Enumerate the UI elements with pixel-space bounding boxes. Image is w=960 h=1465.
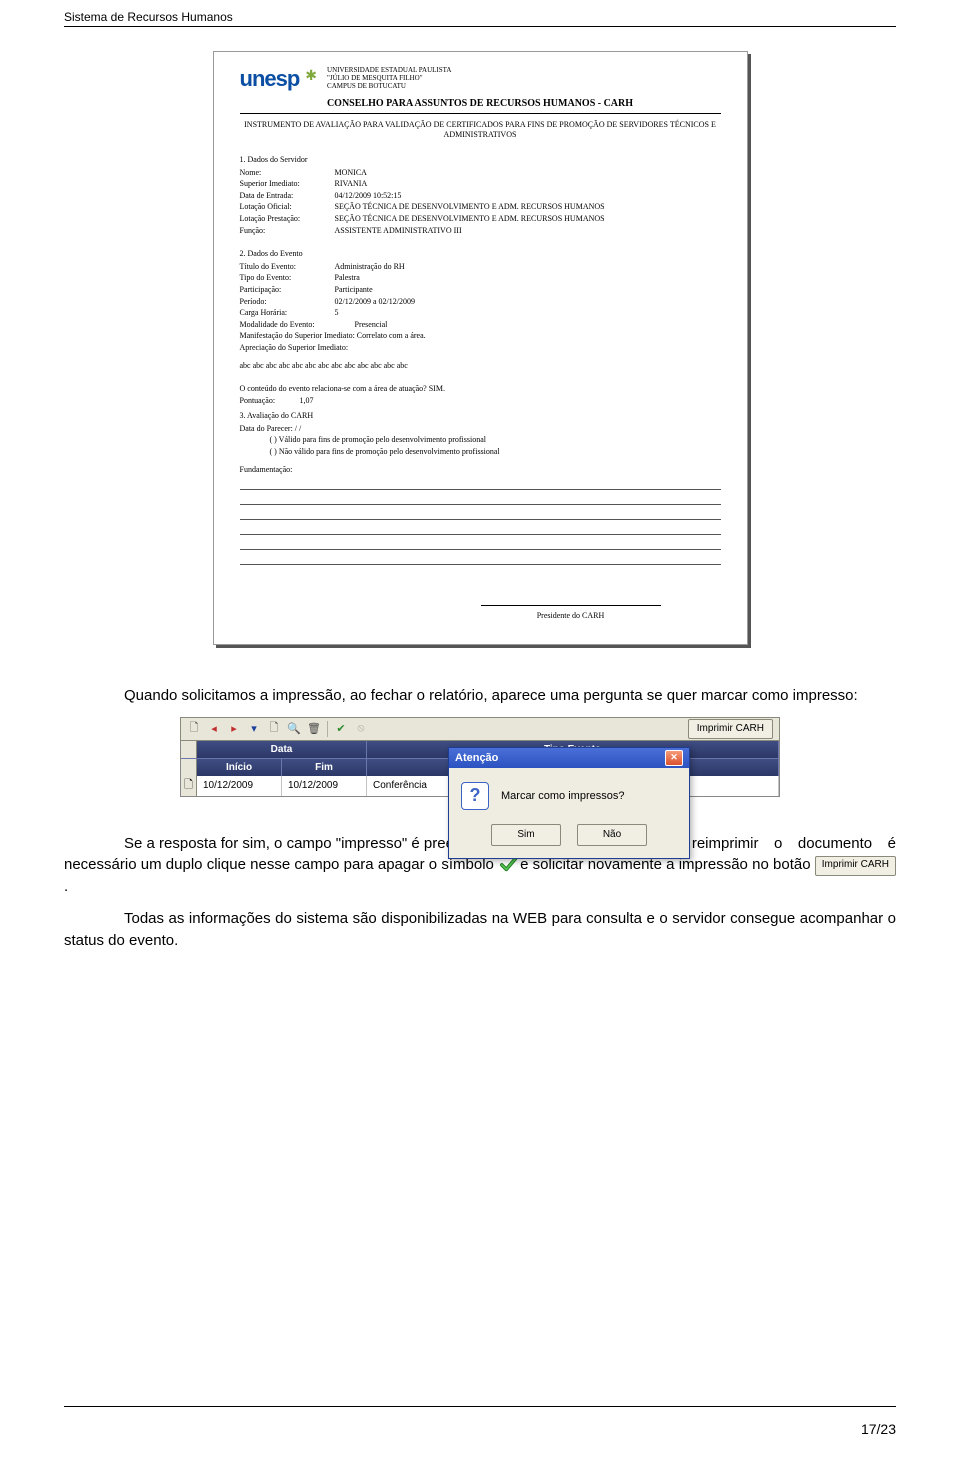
row-marker-head: [181, 741, 197, 758]
search-icon[interactable]: 🔍: [287, 722, 301, 736]
next-icon[interactable]: ▸: [227, 722, 241, 736]
option-line: ( ) Não válido para fins de promoção pel…: [240, 446, 721, 458]
no-button[interactable]: Não: [577, 824, 647, 846]
text: .: [64, 878, 68, 895]
field-label: Tipo do Evento:: [240, 272, 335, 284]
write-line: [240, 549, 721, 550]
field-label: Data de Entrada:: [240, 190, 335, 202]
confirm-dialog: Atenção ✕ ? Marcar como impressos? Sim N…: [448, 747, 690, 859]
app-screenshot: 🗋 ◂ ▸ ▾ 🗋 🔍 🗑 ✔ ⦸ Imprimir CARH Data Tip…: [180, 717, 780, 797]
field-label: Período:: [240, 296, 335, 308]
field-label: Superior Imediato:: [240, 178, 335, 190]
write-line: [240, 519, 721, 520]
option-line: ( ) Válido para fins de promoção pelo de…: [240, 434, 721, 446]
print-carh-button[interactable]: Imprimir CARH: [688, 719, 773, 739]
field-value: Correlato com a área.: [357, 331, 426, 340]
field-label: Função:: [240, 225, 335, 237]
paragraph-3: Todas as informações do sistema são disp…: [64, 908, 896, 952]
field-value: RIVANIA: [335, 179, 368, 188]
dialog-title: Atenção: [455, 752, 498, 764]
field-label: Lotação Prestação:: [240, 213, 335, 225]
field-value: abc abc abc abc abc abc abc abc abc abc …: [240, 360, 721, 372]
field-value: SEÇÃO TÉCNICA DE DESENVOLVIMENTO E ADM. …: [335, 214, 605, 223]
field-label: Manifestação do Superior Imediato:: [240, 331, 355, 340]
field-label: Apreciação do Superior Imediato:: [240, 343, 349, 352]
form-preview: unesp ✱ UNIVERSIDADE ESTADUAL PAULISTA "…: [213, 51, 748, 645]
field-value: 02/12/2009 a 02/12/2009: [335, 297, 415, 306]
field-label: Participação:: [240, 284, 335, 296]
cell-inicio: 10/12/2009: [197, 776, 282, 796]
field-value: SEÇÃO TÉCNICA DE DESENVOLVIMENTO E ADM. …: [335, 202, 605, 211]
field-value: Palestra: [335, 273, 360, 282]
col-fim: Fim: [282, 759, 367, 776]
section-heading: 1. Dados do Servidor: [240, 154, 721, 166]
field-value: 04/12/2009 10:52:15: [335, 191, 402, 200]
field-value: 5: [335, 308, 339, 317]
row-marker-head: [181, 759, 197, 776]
col-data: Data: [197, 741, 367, 758]
signature-line: [481, 605, 661, 606]
dialog-message: Marcar como impressos?: [501, 790, 624, 802]
check-icon[interactable]: ✔: [334, 722, 348, 736]
field-value: ASSISTENTE ADMINISTRATIVO III: [335, 226, 462, 235]
logo-text: unesp: [240, 66, 300, 92]
write-line: [240, 504, 721, 505]
col-inicio: Início: [197, 759, 282, 776]
cell-fim: 10/12/2009: [282, 776, 367, 796]
write-line: [240, 564, 721, 565]
field-value: Presencial: [355, 320, 388, 329]
page-number: 17/23: [861, 1421, 896, 1437]
prev-icon[interactable]: ◂: [207, 722, 221, 736]
field-value: 1,07: [300, 396, 314, 405]
delete-icon[interactable]: 🗑: [307, 722, 321, 736]
row-marker: 🗋: [181, 776, 197, 796]
field-label: Carga Horária:: [240, 307, 335, 319]
form-title: CONSELHO PARA ASSUNTOS DE RECURSOS HUMAN…: [240, 98, 721, 114]
section-heading: 3. Avaliação do CARH: [240, 410, 721, 422]
cancel-icon[interactable]: ⦸: [354, 722, 368, 736]
yes-button[interactable]: Sim: [491, 824, 561, 846]
inst-line: CAMPUS DE BOTUCATU: [327, 83, 451, 91]
first-icon[interactable]: 🗋: [187, 722, 201, 736]
footer-rule: [64, 1406, 896, 1407]
toolbar: 🗋 ◂ ▸ ▾ 🗋 🔍 🗑 ✔ ⦸ Imprimir CARH: [180, 717, 780, 741]
write-line: [240, 489, 721, 490]
text: e solicitar novamente a impressão no bot…: [520, 856, 815, 873]
field-value: MONICA: [335, 168, 367, 177]
field-value: Administração do RH: [335, 262, 405, 271]
question-icon: ?: [461, 782, 489, 810]
bookmark-icon[interactable]: ▾: [247, 722, 261, 736]
field-label: Nome:: [240, 167, 335, 179]
field-label: Fundamentação:: [240, 464, 721, 476]
field-label: Modalidade do Evento:: [240, 319, 355, 331]
close-icon[interactable]: ✕: [665, 750, 683, 766]
write-line: [240, 534, 721, 535]
running-header: Sistema de Recursos Humanos: [64, 10, 896, 24]
print-carh-button-inline[interactable]: Imprimir CARH: [815, 856, 896, 876]
field-value: O conteúdo do evento relaciona-se com a …: [240, 383, 721, 395]
field-label: Pontuação:: [240, 395, 300, 407]
signature-caption: Presidente do CARH: [481, 610, 661, 622]
paragraph-1: Quando solicitamos a impressão, ao fecha…: [64, 685, 896, 707]
field-label: Data do Parecer: / /: [240, 423, 721, 435]
toolbar-sep: [327, 721, 328, 737]
section-heading: 2. Dados do Evento: [240, 248, 721, 260]
form-subtitle: INSTRUMENTO DE AVALIAÇÃO PARA VALIDAÇÃO …: [240, 120, 721, 140]
field-label: Título do Evento:: [240, 261, 335, 273]
logo-star-icon: ✱: [305, 68, 317, 85]
field-value: Participante: [335, 285, 373, 294]
new-icon[interactable]: 🗋: [267, 722, 281, 736]
field-label: Lotação Oficial:: [240, 201, 335, 213]
header-rule: [64, 26, 896, 27]
